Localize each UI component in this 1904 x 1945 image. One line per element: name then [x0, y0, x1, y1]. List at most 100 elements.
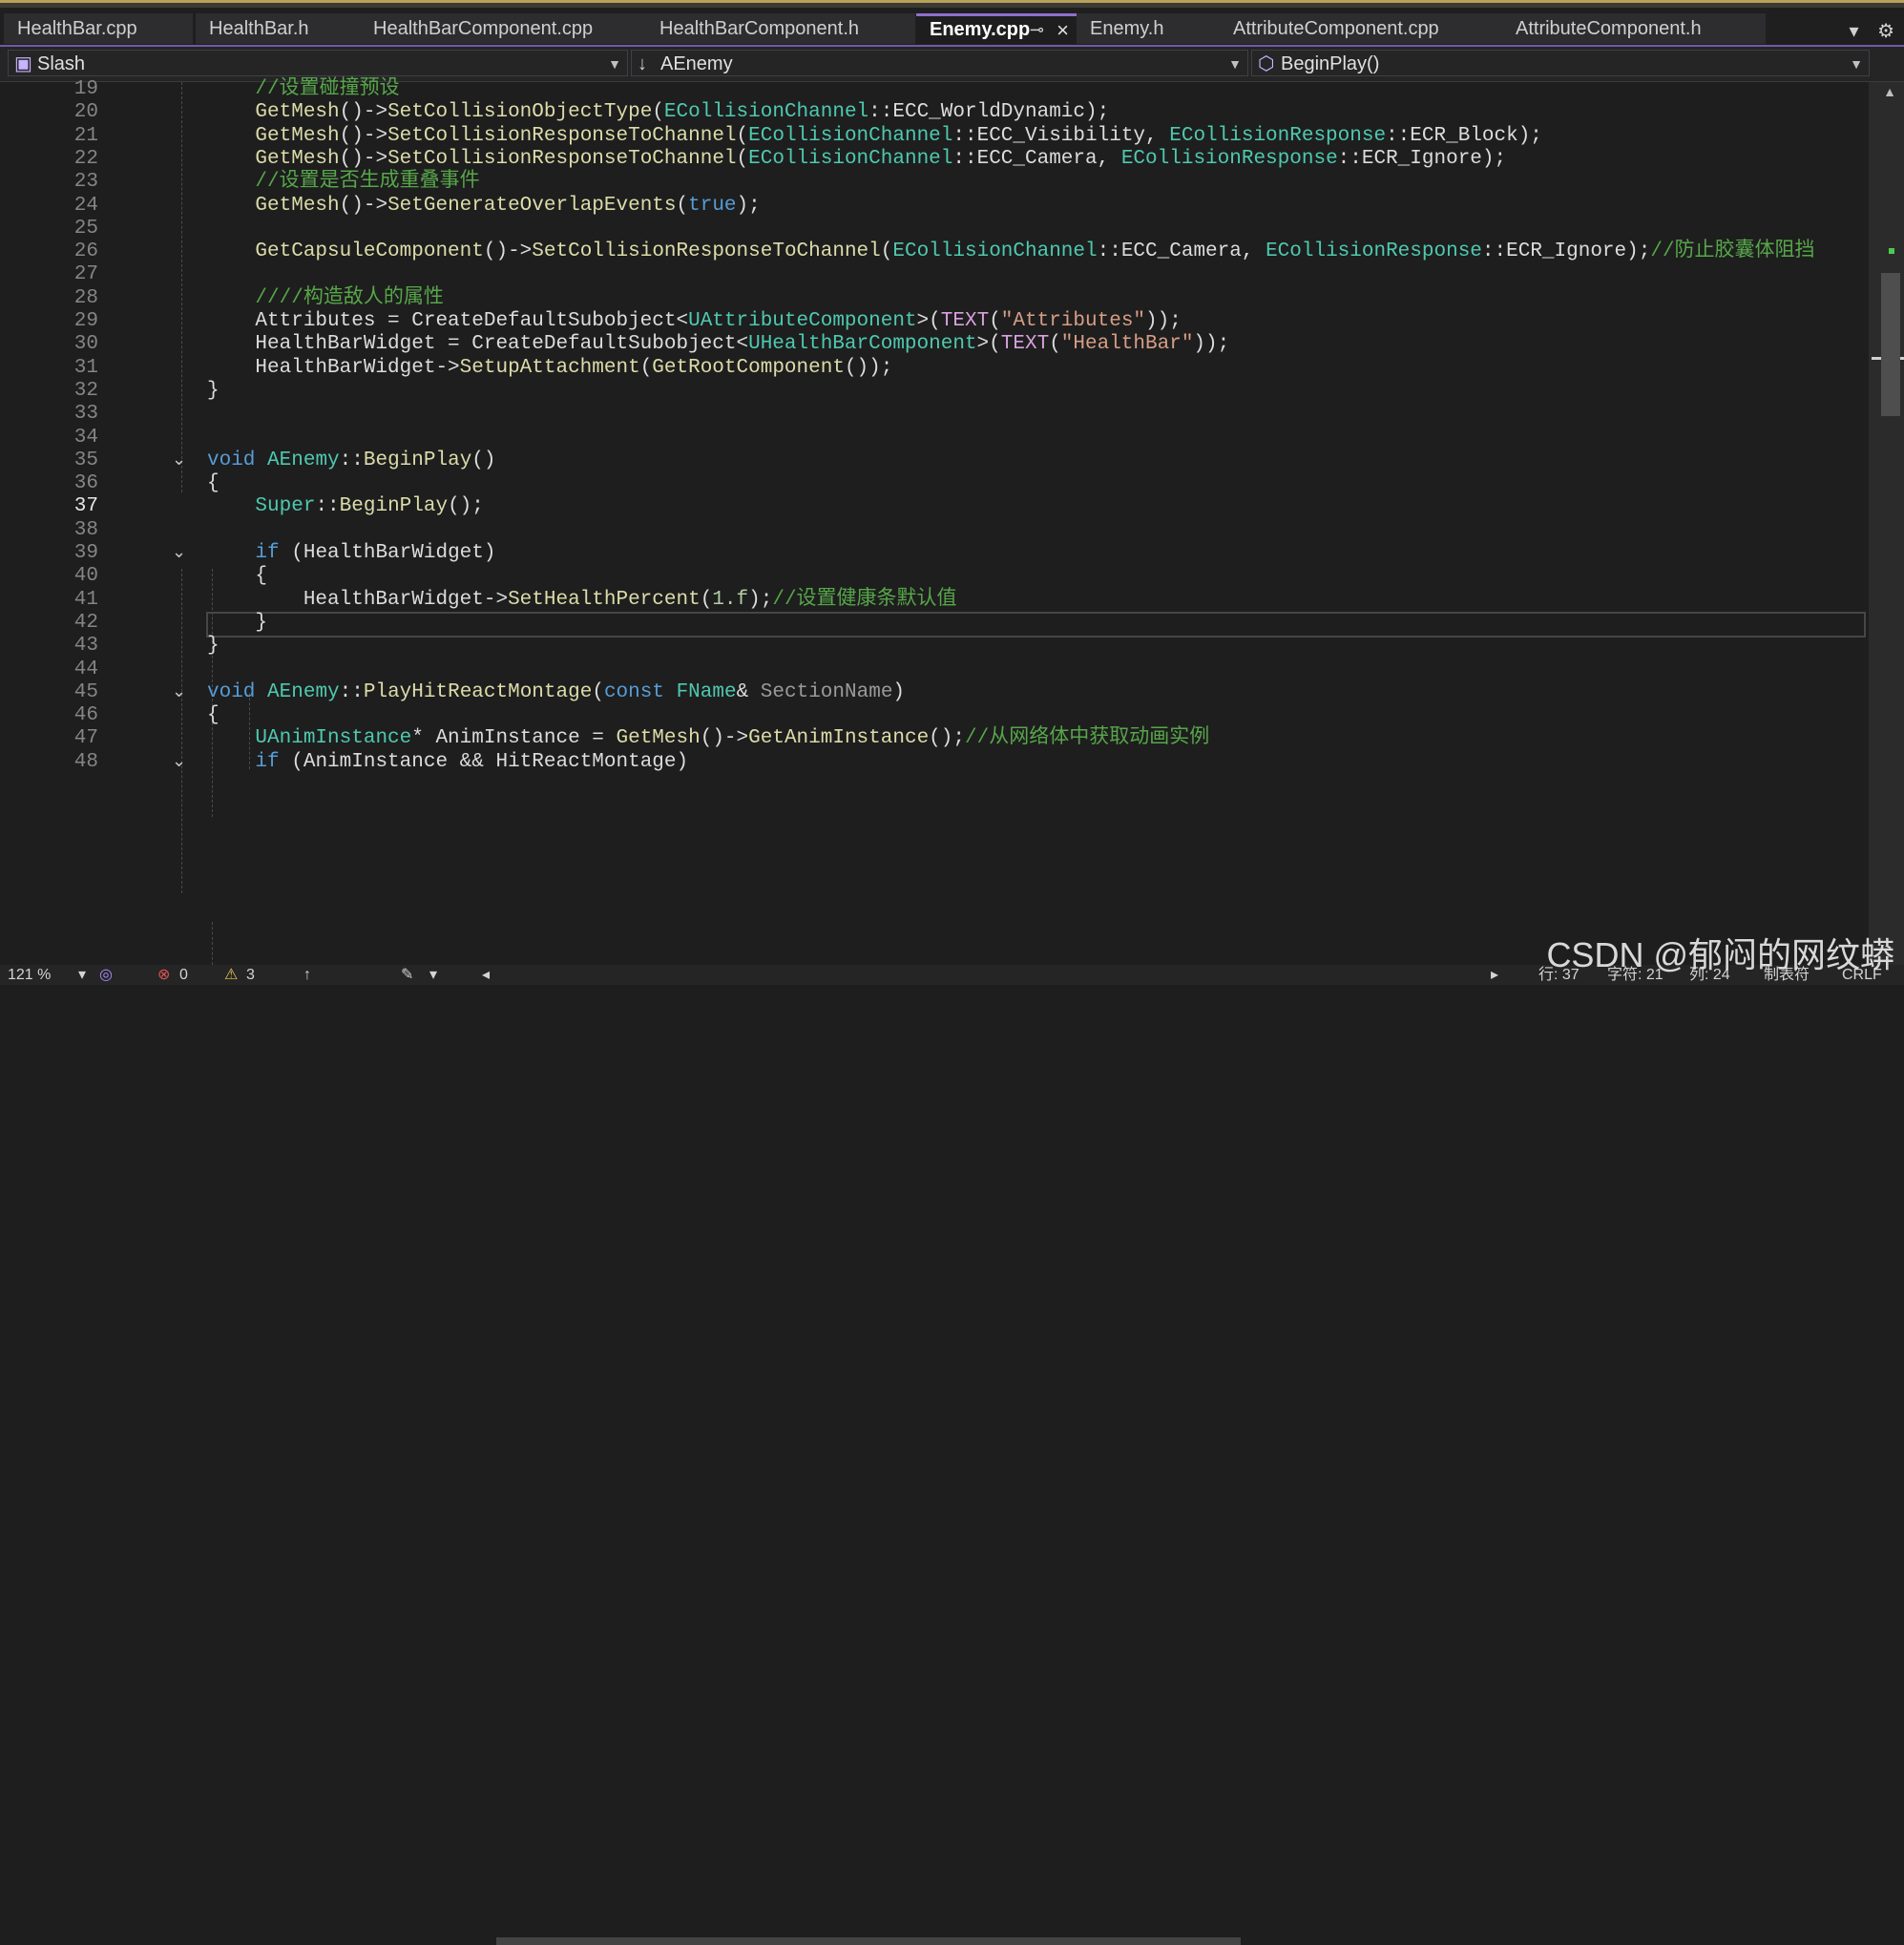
code-line[interactable]: 24 GetMesh()->SetGenerateOverlapEvents(t…: [0, 195, 1869, 218]
code-text: GetCapsuleComponent()->SetCollisionRespo…: [255, 241, 1815, 263]
code-text: void AEnemy::PlayHitReactMontage(const F…: [207, 680, 906, 703]
tab-label: AttributeComponent.h: [1516, 18, 1702, 39]
code-line[interactable]: 36 {: [0, 472, 1869, 495]
line-number: 48: [73, 750, 98, 773]
scope-label: AEnemy: [660, 53, 733, 74]
code-line[interactable]: 41 HealthBarWidget->SetHealthPercent(1.f…: [0, 589, 1869, 612]
brush-icon[interactable]: ✎: [401, 965, 413, 985]
code-line[interactable]: 33: [0, 403, 1869, 426]
code-text: }: [207, 379, 220, 402]
code-line[interactable]: 31 HealthBarWidget->SetupAttachment(GetR…: [0, 357, 1869, 380]
tab-label: Enemy.cpp: [930, 19, 1031, 40]
tab-attributecomponent-cpp[interactable]: AttributeComponent.cpp: [1220, 13, 1508, 44]
close-icon[interactable]: ×: [1057, 16, 1069, 44]
code-text: Attributes = CreateDefaultSubobject<UAtt…: [207, 310, 1182, 332]
brush-dropdown-icon[interactable]: ▾: [429, 965, 437, 985]
arrow-up-icon[interactable]: ↑: [303, 965, 311, 985]
scroll-up-icon[interactable]: ▲: [1883, 84, 1896, 99]
error-icon[interactable]: ⊗: [157, 965, 170, 985]
fold-chevron-icon[interactable]: ⌄: [172, 681, 186, 704]
line-number: 33: [73, 403, 98, 426]
code-line[interactable]: 30 HealthBarWidget = CreateDefaultSubobj…: [0, 333, 1869, 356]
line-number: 39: [73, 542, 98, 564]
code-line[interactable]: 28 ////构造敌人的属性: [0, 287, 1869, 310]
code-editor[interactable]: 19 //设置碰撞预设 20 GetMesh()->SetCollisionObj…: [0, 78, 1869, 965]
code-text: HealthBarWidget->SetupAttachment(GetRoot…: [207, 356, 893, 379]
tab-label: Enemy.h: [1090, 18, 1164, 39]
code-line[interactable]: 46 {: [0, 704, 1869, 727]
tab-label: HealthBarComponent.cpp: [373, 18, 594, 39]
vertical-scrollbar[interactable]: ▲: [1869, 82, 1904, 965]
code-line[interactable]: 39 ⌄ if (HealthBarWidget): [0, 542, 1869, 565]
code-line[interactable]: 35 ⌄ void AEnemy::BeginPlay(): [0, 450, 1869, 472]
line-number: 24: [73, 194, 98, 217]
code-line[interactable]: 34: [0, 427, 1869, 450]
line-number: 45: [73, 680, 98, 703]
code-line[interactable]: 26 GetCapsuleComponent()->SetCollisionRe…: [0, 241, 1869, 263]
line-number: 46: [73, 704, 98, 727]
code-line[interactable]: 20 GetMesh()->SetCollisionObjectType(ECo…: [0, 101, 1869, 124]
tab-healthbar-h[interactable]: HealthBar.h: [196, 13, 363, 44]
code-line[interactable]: 32}: [0, 380, 1869, 403]
code-line[interactable]: 44: [0, 659, 1869, 681]
line-number: 40: [73, 565, 98, 588]
code-text: GetMesh()->SetCollisionResponseToChannel…: [255, 124, 1542, 147]
fold-chevron-icon[interactable]: ⌄: [172, 751, 186, 774]
code-text: {: [207, 704, 220, 727]
scope-dropdown[interactable]: ↓ AEnemy ▼: [631, 50, 1248, 76]
hscroll-left-icon[interactable]: ◂: [482, 965, 490, 985]
code-text: //设置碰撞预设: [255, 78, 400, 100]
warning-count[interactable]: 3: [246, 965, 255, 985]
code-line[interactable]: 37 Super::BeginPlay();: [0, 495, 1869, 518]
tab-healthbar-cpp[interactable]: HealthBar.cpp: [4, 13, 193, 44]
code-line[interactable]: 27: [0, 263, 1869, 286]
tab-enemy-cpp[interactable]: Enemy.cpp ⊸ ×: [916, 13, 1080, 44]
code-text: GetMesh()->SetCollisionObjectType(EColli…: [255, 101, 1110, 124]
tab-list-dropdown-icon[interactable]: ▾: [1849, 21, 1858, 42]
horizontal-scrollbar-thumb[interactable]: [496, 1937, 1241, 1945]
tab-enemy-h[interactable]: Enemy.h: [1077, 13, 1229, 44]
csdn-watermark: CSDN @郁闷的网纹蟒: [1546, 935, 1894, 974]
tab-healthbarcomponent-h[interactable]: HealthBarComponent.h: [646, 13, 915, 44]
code-line[interactable]: 38: [0, 519, 1869, 542]
hscroll-right-icon[interactable]: ▸: [1491, 965, 1498, 985]
code-line[interactable]: 48 ⌄ if (AnimInstance && HitReactMontage): [0, 751, 1869, 774]
code-line[interactable]: 19 //设置碰撞预设: [0, 78, 1869, 101]
code-line[interactable]: 45 ⌄ void AEnemy::PlayHitReactMontage(cons…: [0, 681, 1869, 704]
code-text: Super::BeginPlay();: [255, 495, 484, 518]
code-line[interactable]: 25: [0, 218, 1869, 241]
warning-icon[interactable]: ⚠: [224, 965, 238, 985]
zoom-level[interactable]: 121 %: [8, 965, 51, 985]
code-line[interactable]: 21 GetMesh()->SetCollisionResponseToChan…: [0, 125, 1869, 148]
line-number: 41: [73, 588, 98, 611]
tab-attributecomponent-h[interactable]: AttributeComponent.h: [1502, 13, 1766, 44]
member-dropdown[interactable]: ⬡ BeginPlay() ▼: [1251, 50, 1870, 76]
tab-healthbarcomponent-cpp[interactable]: HealthBarComponent.cpp: [360, 13, 648, 44]
tab-label: AttributeComponent.cpp: [1233, 18, 1439, 39]
code-line[interactable]: 23 //设置是否生成重叠事件: [0, 171, 1869, 194]
code-line[interactable]: 29 Attributes = CreateDefaultSubobject<U…: [0, 310, 1869, 333]
code-text: {: [207, 472, 220, 495]
code-line[interactable]: 43}: [0, 635, 1869, 658]
fold-chevron-icon[interactable]: ⌄: [172, 450, 186, 472]
scrollbar-thumb[interactable]: [1881, 273, 1900, 416]
health-icon[interactable]: ◎: [99, 965, 113, 985]
project-dropdown[interactable]: ▣ Slash ▼: [8, 50, 628, 76]
change-marker: [1889, 248, 1894, 254]
code-line[interactable]: 22 GetMesh()->SetCollisionResponseToChan…: [0, 148, 1869, 171]
navigation-bar: ▣ Slash ▼ ↓ AEnemy ▼ ⬡ BeginPlay() ▼: [0, 47, 1904, 82]
pin-icon[interactable]: ⊸: [1030, 16, 1044, 44]
zoom-dropdown-icon[interactable]: ▾: [78, 965, 86, 985]
line-number: 28: [73, 286, 98, 309]
code-line[interactable]: 42 }: [0, 612, 1869, 635]
line-number: 27: [73, 263, 98, 286]
code-text: //设置是否生成重叠事件: [255, 171, 480, 194]
code-line[interactable]: 47 UAnimInstance* AnimInstance = GetMesh…: [0, 727, 1869, 750]
code-line[interactable]: 40 {: [0, 565, 1869, 588]
gear-icon[interactable]: ⚙: [1877, 21, 1894, 42]
code-text: }: [207, 611, 268, 634]
error-count[interactable]: 0: [179, 965, 188, 985]
scope-arrow-icon: ↓: [638, 53, 647, 74]
fold-chevron-icon[interactable]: ⌄: [172, 542, 186, 565]
line-number: 36: [73, 472, 98, 495]
